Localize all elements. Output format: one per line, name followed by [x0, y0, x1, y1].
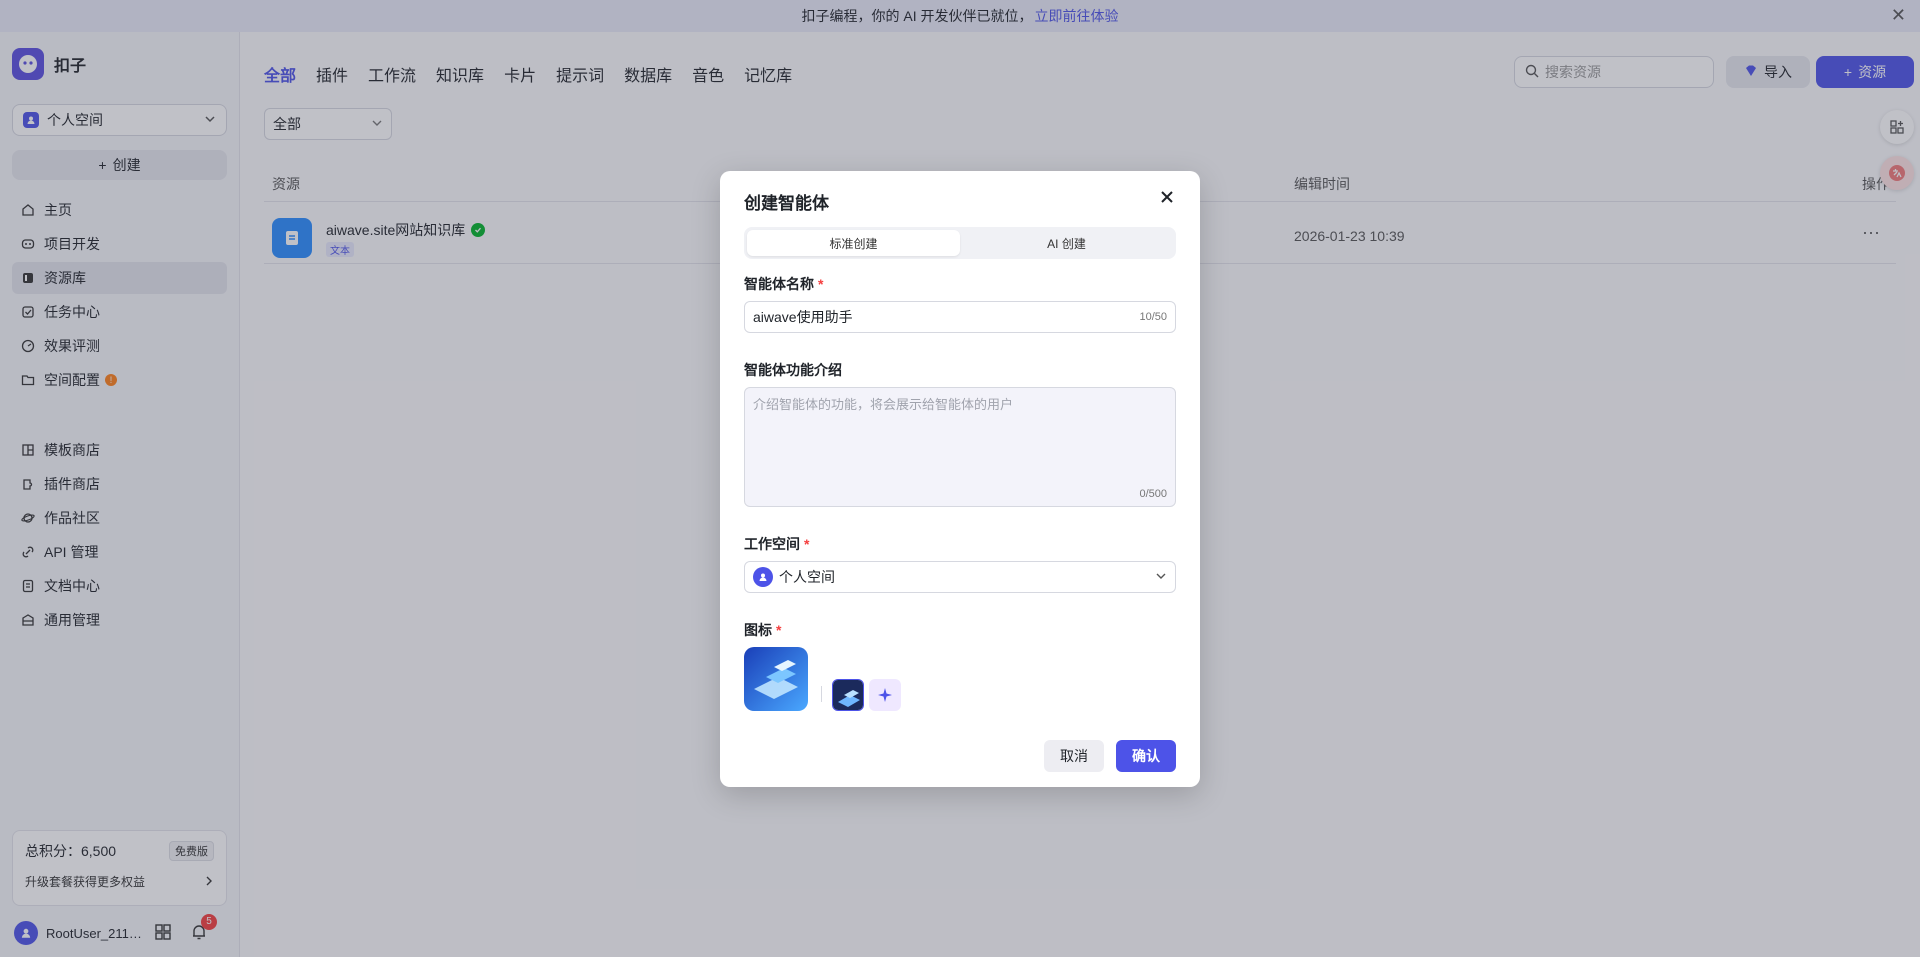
agent-name-label-text: 智能体名称: [744, 276, 814, 292]
chevron-down-icon: [1155, 569, 1167, 585]
workspace-label: 工作空间 *: [744, 534, 809, 554]
tab-ai-create[interactable]: AI 创建: [960, 230, 1173, 256]
user-space-icon: [753, 567, 773, 587]
agent-name-value: aiwave使用助手: [753, 309, 853, 325]
required-mark: *: [818, 276, 824, 292]
workspace-label-text: 工作空间: [744, 536, 800, 552]
required-mark: *: [804, 536, 810, 552]
icon-label-text: 图标: [744, 622, 772, 638]
agent-description-textarea[interactable]: 介绍智能体的功能，将会展示给智能体的用户 0/500: [744, 387, 1176, 507]
create-mode-switch: 标准创建 AI 创建: [744, 227, 1176, 259]
required-mark: *: [776, 622, 782, 638]
agent-name-input[interactable]: aiwave使用助手 10/50: [744, 301, 1176, 333]
ai-generate-avatar-icon[interactable]: [869, 679, 901, 711]
dialog-title: 创建智能体: [744, 194, 829, 213]
workspace-select[interactable]: 个人空间: [744, 561, 1176, 593]
tab-standard-create[interactable]: 标准创建: [747, 230, 960, 256]
workspace-value: 个人空间: [779, 569, 835, 585]
icon-label: 图标 *: [744, 620, 781, 640]
confirm-button[interactable]: 确认: [1116, 740, 1176, 772]
desc-placeholder: 介绍智能体的功能，将会展示给智能体的用户: [753, 397, 1014, 412]
agent-desc-label: 智能体功能介绍: [744, 362, 842, 378]
close-icon[interactable]: [1160, 187, 1174, 210]
divider: [821, 686, 822, 702]
cancel-button[interactable]: 取消: [1044, 740, 1104, 772]
desc-char-count: 0/500: [1139, 488, 1167, 500]
avatar-option-thumbnail[interactable]: [832, 679, 864, 711]
agent-avatar-preview[interactable]: [744, 647, 808, 711]
name-char-count: 10/50: [1139, 311, 1167, 323]
create-agent-dialog: 创建智能体 标准创建 AI 创建 智能体名称 * aiwave使用助手 10/50…: [720, 171, 1200, 787]
agent-name-label: 智能体名称 *: [744, 274, 823, 294]
